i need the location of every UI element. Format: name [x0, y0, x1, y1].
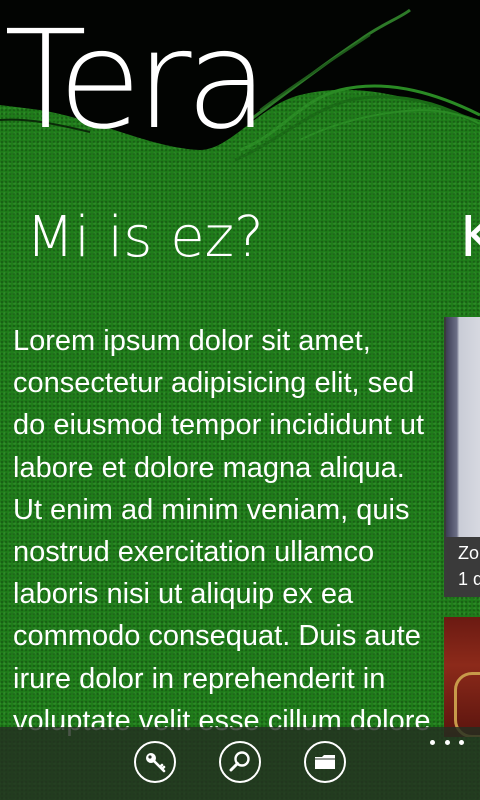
tile-caption: Zo — [458, 543, 480, 563]
section-title: Mi is ez? — [26, 205, 264, 270]
dot — [430, 739, 435, 745]
app-title: Tera — [4, 2, 269, 160]
more-options-button[interactable] — [430, 735, 464, 749]
section-body-text: Lorem ipsum dolor sit amet, consectetur … — [13, 325, 431, 737]
tile-subcaption: 1 d — [458, 569, 480, 589]
dot — [444, 739, 450, 745]
folder-button[interactable] — [304, 741, 346, 783]
next-section-title-peek[interactable]: K — [460, 206, 480, 270]
next-panel-tile[interactable]: Zo 1 d — [444, 317, 480, 597]
tile-image — [446, 317, 480, 537]
next-panel-tile-2[interactable] — [444, 617, 480, 737]
folder-icon — [315, 755, 335, 769]
dot — [459, 739, 464, 745]
search-button[interactable] — [219, 741, 261, 783]
application-bar — [0, 727, 480, 800]
search-icon — [229, 751, 250, 772]
key-button[interactable] — [134, 741, 176, 783]
key-icon — [146, 753, 166, 773]
